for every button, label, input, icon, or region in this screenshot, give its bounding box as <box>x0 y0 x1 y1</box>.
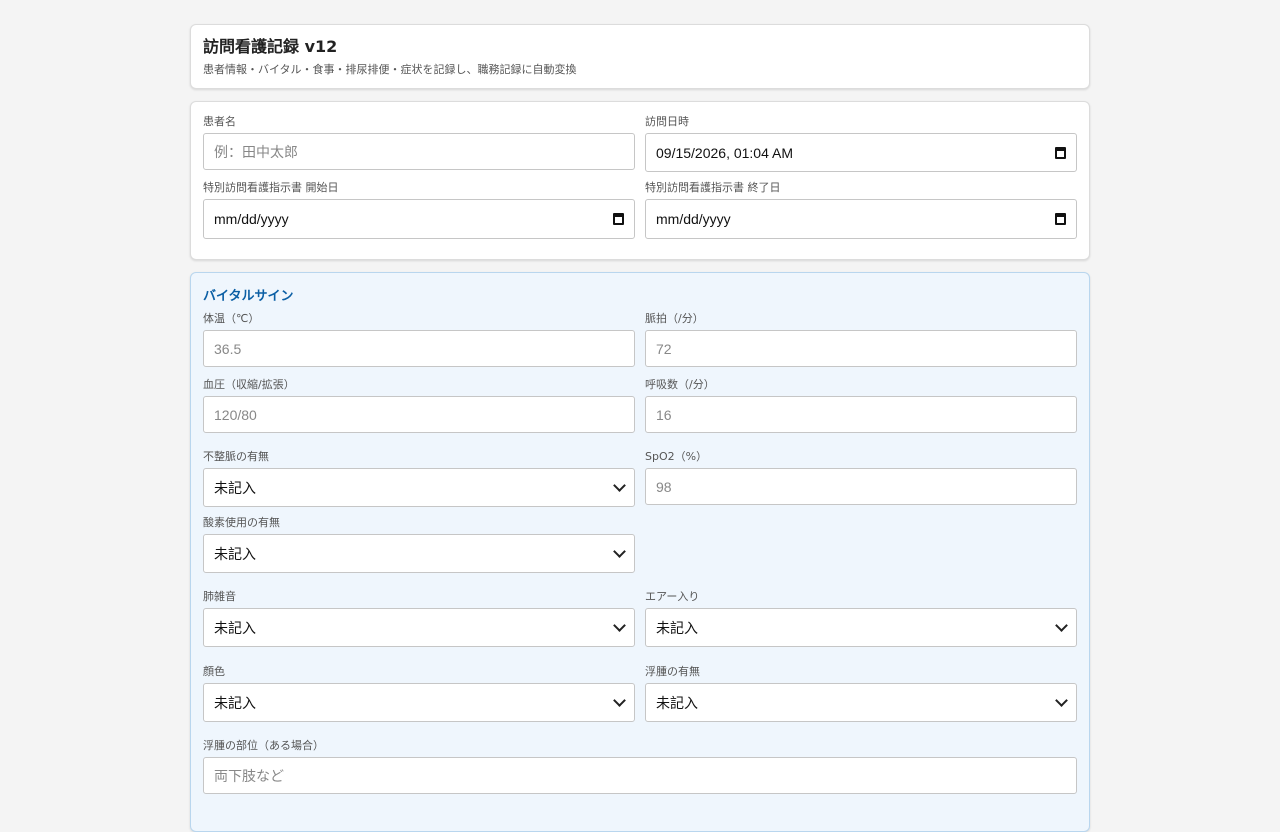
order-end-value: mm/dd/yyyy <box>656 211 731 227</box>
oxygen-use-field: 酸素使用の有無 未記入 <box>203 516 635 573</box>
patient-info-card: 患者名 例：田中太郎 訪問日時 09/15/2026, 01:04 AM 特別訪… <box>190 101 1090 260</box>
oxygen-use-value: 未記入 <box>214 545 256 562</box>
lung-sound-value: 未記入 <box>214 619 256 636</box>
calendar-icon[interactable] <box>1055 213 1066 225</box>
chevron-down-icon <box>613 479 626 492</box>
respiration-placeholder: 16 <box>656 406 672 423</box>
air-entry-label: エアー入り <box>645 590 700 603</box>
edema-site-placeholder: 両下肢など <box>214 767 284 784</box>
respiration-input[interactable]: 16 <box>645 396 1077 433</box>
visit-datetime-input[interactable]: 09/15/2026, 01:04 AM <box>645 133 1077 172</box>
lung-sound-field: 肺雑音 未記入 <box>203 590 635 647</box>
visit-datetime-value: 09/15/2026, 01:04 AM <box>656 144 793 161</box>
vital-signs-title: バイタルサイン <box>203 289 294 304</box>
blood-pressure-input[interactable]: 120/80 <box>203 396 635 433</box>
complexion-field: 顔色 未記入 <box>203 665 635 722</box>
order-end-field: 特別訪問看護指示書 終了日 mm/dd/yyyy <box>645 181 1077 239</box>
respiration-field: 呼吸数（/分） 16 <box>645 378 1077 433</box>
blood-pressure-placeholder: 120/80 <box>214 406 257 423</box>
page-subtitle: 患者情報・バイタル・食事・排尿排便・症状を記録し、職務記録に自動変換 <box>203 63 577 76</box>
edema-select[interactable]: 未記入 <box>645 683 1077 722</box>
order-start-label: 特別訪問看護指示書 開始日 <box>203 181 339 194</box>
arrhythmia-label: 不整脈の有無 <box>203 450 269 463</box>
air-entry-field: エアー入り 未記入 <box>645 590 1077 647</box>
calendar-icon[interactable] <box>1055 146 1066 159</box>
lung-sound-label: 肺雑音 <box>203 590 236 603</box>
arrhythmia-select[interactable]: 未記入 <box>203 468 635 507</box>
arrhythmia-value: 未記入 <box>214 479 256 496</box>
patient-name-placeholder: 例：田中太郎 <box>214 143 298 160</box>
visit-datetime-label: 訪問日時 <box>645 115 689 128</box>
form-container: 訪問看護記録 v12 患者情報・バイタル・食事・排尿排便・症状を記録し、職務記録… <box>190 24 1090 832</box>
patient-name-field: 患者名 例：田中太郎 <box>203 115 635 170</box>
edema-label: 浮腫の有無 <box>645 665 700 678</box>
air-entry-value: 未記入 <box>656 619 698 636</box>
patient-name-input[interactable]: 例：田中太郎 <box>203 133 635 170</box>
pulse-field: 脈拍（/分） 72 <box>645 312 1077 367</box>
temperature-field: 体温（℃） 36.5 <box>203 312 635 367</box>
order-end-date-input[interactable]: mm/dd/yyyy <box>645 199 1077 239</box>
edema-site-input[interactable]: 両下肢など <box>203 757 1077 794</box>
complexion-value: 未記入 <box>214 694 256 711</box>
temperature-input[interactable]: 36.5 <box>203 330 635 367</box>
blood-pressure-field: 血圧（収縮/拡張） 120/80 <box>203 378 635 433</box>
edema-site-field: 浮腫の部位（ある場合） 両下肢など <box>203 739 1077 794</box>
temperature-placeholder: 36.5 <box>214 340 242 357</box>
air-entry-select[interactable]: 未記入 <box>645 608 1077 647</box>
header-card: 訪問看護記録 v12 患者情報・バイタル・食事・排尿排便・症状を記録し、職務記録… <box>190 24 1090 89</box>
pulse-input[interactable]: 72 <box>645 330 1077 367</box>
spo2-field: SpO2（%） 98 <box>645 450 1077 505</box>
chevron-down-icon <box>1055 694 1068 707</box>
spo2-placeholder: 98 <box>656 478 672 495</box>
order-start-value: mm/dd/yyyy <box>214 211 289 227</box>
complexion-label: 顔色 <box>203 665 225 678</box>
spo2-label: SpO2（%） <box>645 450 708 463</box>
chevron-down-icon <box>613 619 626 632</box>
edema-site-label: 浮腫の部位（ある場合） <box>203 739 324 752</box>
pulse-label: 脈拍（/分） <box>645 312 704 325</box>
page-title: 訪問看護記録 v12 <box>203 37 338 56</box>
chevron-down-icon <box>613 545 626 558</box>
chevron-down-icon <box>1055 619 1068 632</box>
lung-sound-select[interactable]: 未記入 <box>203 608 635 647</box>
chevron-down-icon <box>613 694 626 707</box>
patient-name-label: 患者名 <box>203 115 236 128</box>
edema-field: 浮腫の有無 未記入 <box>645 665 1077 722</box>
order-start-date-input[interactable]: mm/dd/yyyy <box>203 199 635 239</box>
edema-value: 未記入 <box>656 694 698 711</box>
temperature-label: 体温（℃） <box>203 312 260 325</box>
blood-pressure-label: 血圧（収縮/拡張） <box>203 378 295 391</box>
oxygen-use-select[interactable]: 未記入 <box>203 534 635 573</box>
pulse-placeholder: 72 <box>656 340 672 357</box>
complexion-select[interactable]: 未記入 <box>203 683 635 722</box>
arrhythmia-field: 不整脈の有無 未記入 <box>203 450 635 507</box>
oxygen-use-label: 酸素使用の有無 <box>203 516 280 529</box>
order-start-field: 特別訪問看護指示書 開始日 mm/dd/yyyy <box>203 181 635 239</box>
order-end-label: 特別訪問看護指示書 終了日 <box>645 181 781 194</box>
visit-datetime-field: 訪問日時 09/15/2026, 01:04 AM <box>645 115 1077 172</box>
calendar-icon[interactable] <box>613 213 624 225</box>
vital-signs-card: バイタルサイン 体温（℃） 36.5 脈拍（/分） 72 血圧（収縮/拡張） 1… <box>190 272 1090 832</box>
spo2-input[interactable]: 98 <box>645 468 1077 505</box>
respiration-label: 呼吸数（/分） <box>645 378 715 391</box>
